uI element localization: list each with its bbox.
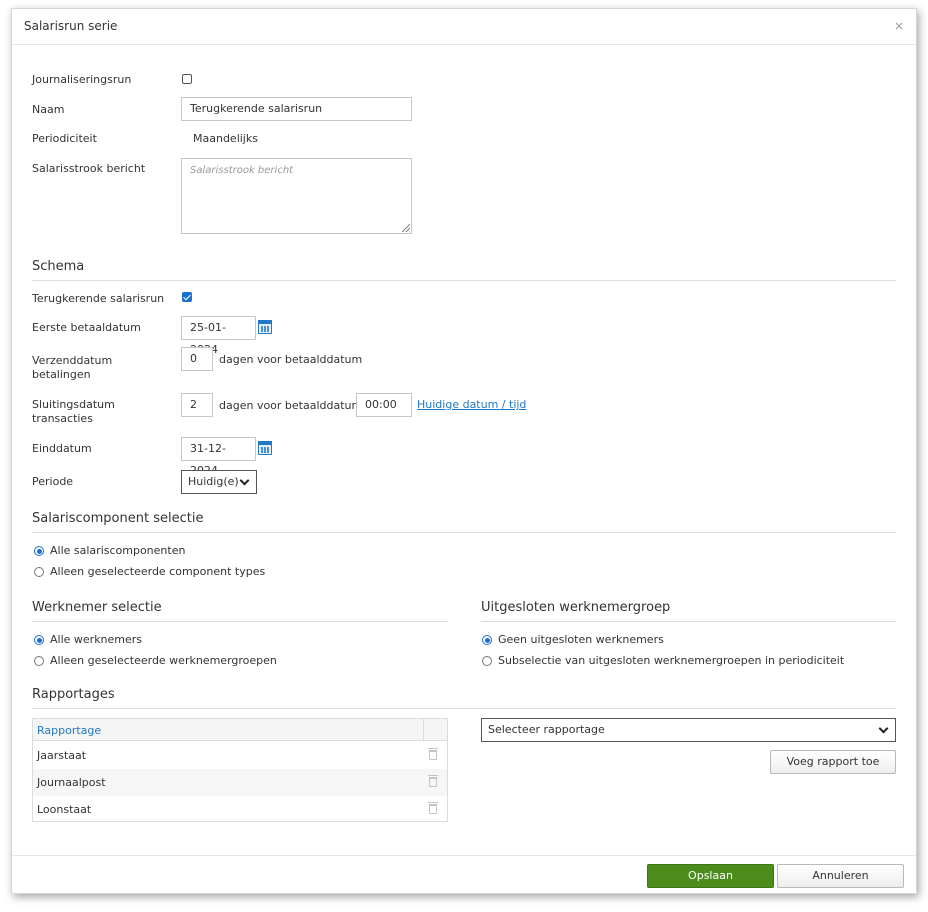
naam-input[interactable]: Terugkerende salarisrun — [181, 97, 412, 121]
footer-divider — [12, 855, 916, 856]
voeg-rapport-toe-button[interactable]: Voeg rapport toe — [770, 750, 896, 774]
table-row: Journaalpost — [33, 769, 447, 796]
column-header-rapportage[interactable]: Rapportage — [37, 724, 101, 737]
schema-section-title: Schema — [32, 259, 896, 281]
radio-geselecteerde-werknemergroepen[interactable] — [34, 656, 44, 666]
table-row: Loonstaat — [33, 796, 447, 823]
salarisstrook-label: Salarisstrook bericht — [32, 162, 146, 175]
radio-label-geen-uitgesloten: Geen uitgesloten werknemers — [498, 633, 664, 646]
salarisrun-serie-dialog: Salarisrun serie × Journaliseringsrun Na… — [11, 8, 917, 894]
rapportages-table: Rapportage Jaarstaat Journaalpost Loonst… — [32, 718, 448, 822]
trash-icon[interactable] — [428, 802, 438, 814]
rapportage-select-value: Selecteer rapportage — [488, 723, 605, 736]
rapportages-title-text: Rapportages — [32, 687, 115, 702]
radio-alle-werknemers[interactable] — [34, 635, 44, 645]
radio-geen-uitgesloten[interactable] — [482, 635, 492, 645]
salariscomponent-section-title: Salariscomponent selectie — [32, 511, 896, 533]
journaliseringsrun-label: Journaliseringsrun — [32, 73, 132, 86]
einddatum-input[interactable]: 31-12-2024 — [181, 437, 256, 477]
dialog-title: Salarisrun serie — [24, 19, 118, 33]
sluitingsdatum-label-line2: transacties — [32, 412, 93, 425]
cancel-button[interactable]: Annuleren — [777, 864, 904, 888]
periode-label: Periode — [32, 475, 74, 488]
radio-label-geselecteerde-component-types: Alleen geselecteerde component types — [50, 565, 266, 578]
verzenddatum-label-line2: betalingen — [32, 368, 91, 381]
sluitingsdatum-days-input[interactable]: 2 — [181, 393, 213, 417]
sluitingsdatum-label-line1: Sluitingsdatum — [32, 398, 115, 411]
radio-alle-salariscomponenten[interactable] — [34, 546, 44, 556]
periodiciteit-value: Maandelijks — [193, 132, 258, 145]
terugkerend-checkbox[interactable] — [182, 292, 192, 302]
verzenddatum-days-input[interactable]: 0 — [181, 347, 213, 371]
radio-label-alle-werknemers: Alle werknemers — [50, 633, 143, 646]
salarisstrook-placeholder: Salarisstrook bericht — [190, 165, 294, 176]
radio-label-subselectie-uitgesloten: Subselectie van uitgesloten werknemergro… — [498, 654, 845, 667]
periode-select[interactable]: Huidig(e) — [181, 470, 257, 494]
trash-icon[interactable] — [428, 775, 438, 787]
column-separator — [423, 719, 424, 741]
eerste-betaaldatum-input[interactable]: 25-01-2024 — [181, 316, 256, 356]
periodiciteit-label: Periodiciteit — [32, 132, 97, 145]
naam-label: Naam — [32, 103, 65, 116]
terugkerend-label: Terugkerende salarisrun — [32, 292, 165, 305]
journaliseringsrun-checkbox[interactable] — [182, 74, 192, 84]
calendar-icon[interactable] — [258, 320, 272, 334]
chevron-down-icon — [239, 475, 250, 486]
radio-geselecteerde-component-types[interactable] — [34, 567, 44, 577]
werknemer-section-title: Werknemer selectie — [32, 600, 448, 622]
werknemer-title-text: Werknemer selectie — [32, 600, 162, 615]
rapportage-name: Journaalpost — [37, 776, 106, 789]
huidige-datum-tijd-link[interactable]: Huidige datum / tijd — [417, 398, 526, 411]
radio-subselectie-uitgesloten[interactable] — [482, 656, 492, 666]
schema-title-text: Schema — [32, 259, 85, 274]
rapportage-select[interactable]: Selecteer rapportage — [481, 718, 896, 742]
salarisstrook-textarea[interactable]: Salarisstrook bericht — [181, 158, 412, 234]
rapportages-section-title: Rapportages — [32, 687, 896, 709]
rapportage-name: Loonstaat — [37, 803, 92, 816]
table-row: Jaarstaat — [33, 742, 447, 769]
periode-select-value: Huidig(e) — [188, 475, 239, 488]
chevron-down-icon — [878, 723, 889, 734]
sluitingsdatum-days-suffix: dagen voor betaalddatum — [219, 399, 363, 412]
einddatum-label: Einddatum — [32, 442, 92, 455]
resize-handle-icon[interactable] — [402, 224, 410, 232]
sluitingsdatum-time-input[interactable]: 00:00 — [356, 393, 412, 417]
uitgesloten-section-title: Uitgesloten werknemergroep — [481, 600, 896, 622]
verzenddatum-days-suffix: dagen voor betaalddatum — [219, 353, 363, 366]
uitgesloten-title-text: Uitgesloten werknemergroep — [481, 600, 671, 615]
calendar-icon[interactable] — [258, 441, 272, 455]
trash-icon[interactable] — [428, 748, 438, 760]
salariscomponent-title-text: Salariscomponent selectie — [32, 511, 204, 526]
radio-label-geselecteerde-werknemergroepen: Alleen geselecteerde werknemergroepen — [50, 654, 277, 667]
verzenddatum-label-line1: Verzenddatum — [32, 354, 113, 367]
table-header: Rapportage — [33, 719, 447, 741]
save-button[interactable]: Opslaan — [647, 864, 774, 888]
dialog-header: Salarisrun serie × — [12, 9, 916, 45]
close-icon[interactable]: × — [894, 19, 904, 33]
rapportage-name: Jaarstaat — [37, 749, 87, 762]
eerste-betaaldatum-label: Eerste betaaldatum — [32, 321, 141, 334]
radio-label-alle-salariscomponenten: Alle salariscomponenten — [50, 544, 186, 557]
